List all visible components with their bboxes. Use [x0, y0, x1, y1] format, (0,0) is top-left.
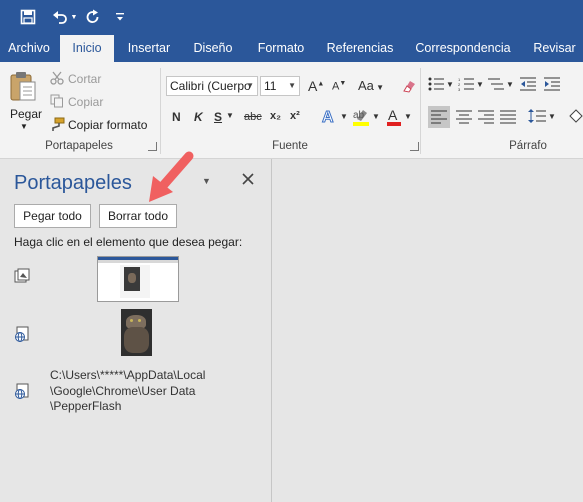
font-size-value: 11 [264, 79, 277, 93]
format-painter-icon [50, 117, 65, 135]
group-separator [420, 68, 421, 154]
tab-diseno[interactable]: Diseño [186, 35, 240, 62]
web-clip-icon [14, 326, 30, 342]
close-icon[interactable] [242, 173, 254, 188]
grow-font-button[interactable]: A▲ [308, 78, 324, 94]
ribbon-tabs: Archivo Inicio Insertar Diseño Formato R… [0, 35, 583, 62]
align-center-icon[interactable] [456, 110, 472, 127]
font-group-label: Fuente [272, 140, 308, 152]
cat-shape [128, 273, 136, 283]
copy-icon [50, 94, 64, 111]
cat-eye [138, 319, 141, 322]
italic-button[interactable]: K [194, 110, 203, 124]
chevron-down-icon: ▼ [288, 81, 296, 90]
clip-text-line: \Google\Chrome\User Data [50, 383, 196, 398]
tab-correspondencia[interactable]: Correspondencia [410, 35, 516, 62]
text-effects-icon[interactable]: A [320, 107, 338, 128]
align-left-icon [431, 110, 447, 124]
font-name-combo[interactable]: Calibri (Cuerpo ▼ [166, 76, 258, 96]
pane-title: Portapapeles [14, 172, 132, 194]
document-area[interactable] [272, 159, 583, 502]
title-bar: ▼ [0, 0, 583, 35]
font-name-value: Calibri (Cuerpo [170, 79, 251, 93]
numbering-dropdown-icon[interactable]: ▼ [476, 80, 484, 89]
chevron-down-icon: ▼ [246, 81, 254, 90]
save-icon[interactable] [18, 7, 38, 27]
pane-instruction: Haga clic en el elemento que desea pegar… [14, 235, 243, 249]
bullets-dropdown-icon[interactable]: ▼ [446, 80, 454, 89]
justify-icon[interactable] [500, 110, 516, 127]
subscript-button[interactable]: x₂ [270, 110, 281, 122]
align-left-button[interactable] [428, 106, 450, 128]
tab-insertar[interactable]: Insertar [120, 35, 178, 62]
tab-revisar[interactable]: Revisar [526, 35, 583, 62]
paste-all-button[interactable]: Pegar todo [14, 204, 91, 228]
clipboard-group-label: Portapapeles [45, 140, 113, 152]
shading-icon[interactable] [568, 108, 583, 127]
align-right-icon[interactable] [478, 110, 494, 127]
copy-button[interactable]: Copiar [68, 95, 103, 109]
redo-icon[interactable] [84, 7, 102, 27]
clip-item-image[interactable] [121, 309, 152, 356]
line-spacing-dropdown-icon[interactable]: ▼ [548, 112, 556, 121]
tab-archivo[interactable]: Archivo [0, 35, 58, 62]
clip-text-line: C:\Users\*****\AppData\Local [50, 368, 206, 382]
underline-dropdown-icon[interactable]: ▼ [226, 111, 234, 120]
numbering-icon[interactable]: 123 [458, 77, 474, 94]
multilevel-dropdown-icon[interactable]: ▼ [506, 80, 514, 89]
pane-options-chevron-down-icon[interactable]: ▼ [202, 176, 211, 186]
paste-dropdown-icon[interactable]: ▼ [20, 122, 28, 131]
scissors-icon [50, 71, 64, 88]
thumbnail-ribbon [98, 260, 178, 263]
cat-body [124, 327, 149, 353]
highlight-icon[interactable]: ab [352, 107, 370, 130]
font-size-combo[interactable]: 11 ▼ [260, 76, 300, 96]
clip-item-screenshot[interactable] [97, 256, 179, 302]
svg-text:A: A [322, 109, 334, 125]
bold-button[interactable]: N [172, 110, 181, 124]
paragraph-group-label: Párrafo [509, 140, 547, 152]
tab-referencias[interactable]: Referencias [320, 35, 400, 62]
multilevel-icon[interactable] [488, 77, 504, 94]
format-painter-button[interactable]: Copiar formato [68, 118, 147, 132]
strikethrough-button[interactable]: abc [244, 111, 262, 123]
tab-formato[interactable]: Formato [250, 35, 312, 62]
clip-text-line: \PepperFlash [50, 399, 122, 413]
font-color-icon[interactable]: A [386, 107, 402, 130]
superscript-button[interactable]: x² [290, 110, 300, 122]
svg-text:ab: ab [353, 110, 365, 121]
underline-button[interactable]: S [214, 110, 222, 124]
clear-all-button[interactable]: Borrar todo [99, 204, 177, 228]
web-clip-icon [14, 383, 30, 399]
line-spacing-icon[interactable] [528, 108, 546, 127]
paste-icon[interactable] [8, 70, 38, 107]
text-effects-dropdown-icon[interactable]: ▼ [340, 112, 348, 121]
cut-button[interactable]: Cortar [68, 72, 101, 86]
group-separator [160, 68, 161, 154]
highlight-dropdown-icon[interactable]: ▼ [372, 112, 380, 121]
clip-item-text[interactable]: C:\Users\*****\AppData\Local \Google\Chr… [50, 368, 250, 415]
ribbon: Pegar ▼ Cortar Copiar Copiar formato Por… [0, 62, 583, 159]
thumbnail-image [124, 267, 140, 291]
svg-text:A: A [388, 107, 398, 123]
clear-formatting-icon[interactable] [400, 79, 416, 96]
tab-inicio[interactable]: Inicio [60, 35, 114, 62]
undo-icon[interactable] [50, 7, 70, 27]
customize-icon[interactable] [114, 7, 126, 27]
increase-indent-icon[interactable] [544, 77, 560, 94]
undo-dropdown-icon[interactable]: ▼ [70, 7, 78, 27]
decrease-indent-icon[interactable] [520, 77, 536, 94]
font-launcher-icon[interactable] [410, 142, 419, 151]
svg-text:3: 3 [458, 87, 461, 91]
change-case-button[interactable]: Aa ▼ [358, 78, 384, 93]
shrink-font-button[interactable]: A▼ [332, 80, 346, 93]
picture-clip-icon [14, 268, 30, 284]
bullets-icon[interactable] [428, 77, 444, 94]
cat-eye [130, 319, 133, 322]
paste-button[interactable]: Pegar [10, 107, 42, 121]
annotation-arrow-icon [149, 151, 194, 202]
font-color-dropdown-icon[interactable]: ▼ [404, 112, 412, 121]
